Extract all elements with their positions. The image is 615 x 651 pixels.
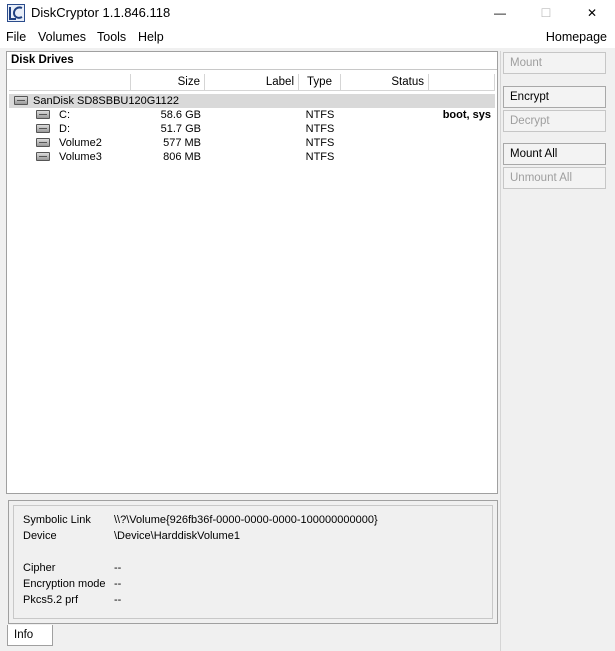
window-title: DiskCryptor 1.1.846.118 <box>31 5 171 20</box>
volume-row[interactable]: Volume3 806 MB NTFS <box>9 150 495 164</box>
mount-button[interactable]: Mount <box>503 52 606 74</box>
column-extra[interactable] <box>429 74 495 91</box>
column-status[interactable]: Status <box>341 74 429 91</box>
volume-name: Volume2 <box>59 137 102 149</box>
mount-all-button[interactable]: Mount All <box>503 143 606 165</box>
symbolic-link-label: Symbolic Link <box>23 514 91 526</box>
title-bar: DiskCryptor 1.1.846.118 — ☐ ✕ <box>0 0 615 26</box>
volume-size: 58.6 GB <box>160 109 201 121</box>
volume-row[interactable]: Volume2 577 MB NTFS <box>9 136 495 150</box>
info-content: Symbolic Link \\?\Volume{926fb36f-0000-0… <box>13 505 493 619</box>
volume-name: C: <box>59 109 70 121</box>
maximize-button[interactable]: ☐ <box>523 0 569 26</box>
disk-drives-panel: Disk Drives Size Label Type Status SanDi… <box>6 51 498 494</box>
homepage-link[interactable]: Homepage <box>546 30 607 44</box>
column-header: Size Label Type Status <box>9 74 495 91</box>
disk-name: SanDisk SD8SBBU120G1122 <box>33 95 179 107</box>
volume-row[interactable]: C: 58.6 GB NTFS boot, sys <box>9 108 495 122</box>
unmount-all-button[interactable]: Unmount All <box>503 167 606 189</box>
volume-row[interactable]: D: 51.7 GB NTFS <box>9 122 495 136</box>
panel-header: Disk Drives <box>7 52 497 70</box>
cipher-label: Cipher <box>23 562 56 574</box>
menu-help[interactable]: Help <box>138 30 164 44</box>
volume-status: boot, sys <box>442 109 491 121</box>
column-type[interactable]: Type <box>299 74 341 91</box>
decrypt-button[interactable]: Decrypt <box>503 110 606 132</box>
action-sidebar: Mount Encrypt Decrypt Mount All Unmount … <box>500 51 610 651</box>
panel-title: Disk Drives <box>11 54 74 66</box>
menu-file[interactable]: File <box>6 30 26 44</box>
info-panel: Symbolic Link \\?\Volume{926fb36f-0000-0… <box>8 500 498 624</box>
diskcryptor-app-icon <box>7 4 25 22</box>
tab-info[interactable]: Info <box>7 625 53 646</box>
encryption-mode-value: -- <box>114 578 122 590</box>
menu-volumes[interactable]: Volumes <box>38 30 86 44</box>
device-value: \Device\HarddiskVolume1 <box>114 530 240 542</box>
volume-size: 577 MB <box>163 137 201 149</box>
device-label: Device <box>23 530 57 542</box>
minimize-button[interactable]: — <box>477 0 523 26</box>
hard-disk-icon <box>14 96 28 105</box>
column-label[interactable]: Label <box>205 74 299 91</box>
volume-icon <box>36 138 50 147</box>
cipher-value: -- <box>114 562 122 574</box>
encrypt-button[interactable]: Encrypt <box>503 86 606 108</box>
menu-tools[interactable]: Tools <box>97 30 126 44</box>
close-button[interactable]: ✕ <box>569 0 615 26</box>
volume-type: NTFS <box>305 123 335 135</box>
volume-type: NTFS <box>305 151 335 163</box>
symbolic-link-value: \\?\Volume{926fb36f-0000-0000-0000-10000… <box>114 514 378 526</box>
menu-bar: File Volumes Tools Help Homepage <box>0 26 615 48</box>
encryption-mode-label: Encryption mode <box>23 578 106 590</box>
volume-icon <box>36 124 50 133</box>
pkcs-value: -- <box>114 594 122 606</box>
disk-row[interactable]: SanDisk SD8SBBU120G1122 <box>9 94 495 108</box>
volume-type: NTFS <box>305 109 335 121</box>
volume-icon <box>36 110 50 119</box>
volume-size: 806 MB <box>163 151 201 163</box>
volume-icon <box>36 152 50 161</box>
column-size[interactable]: Size <box>131 74 205 91</box>
volume-size: 51.7 GB <box>160 123 201 135</box>
volume-name: D: <box>59 123 70 135</box>
volume-type: NTFS <box>305 137 335 149</box>
column-name[interactable] <box>9 74 131 91</box>
volume-name: Volume3 <box>59 151 102 163</box>
pkcs-label: Pkcs5.2 prf <box>23 594 79 606</box>
